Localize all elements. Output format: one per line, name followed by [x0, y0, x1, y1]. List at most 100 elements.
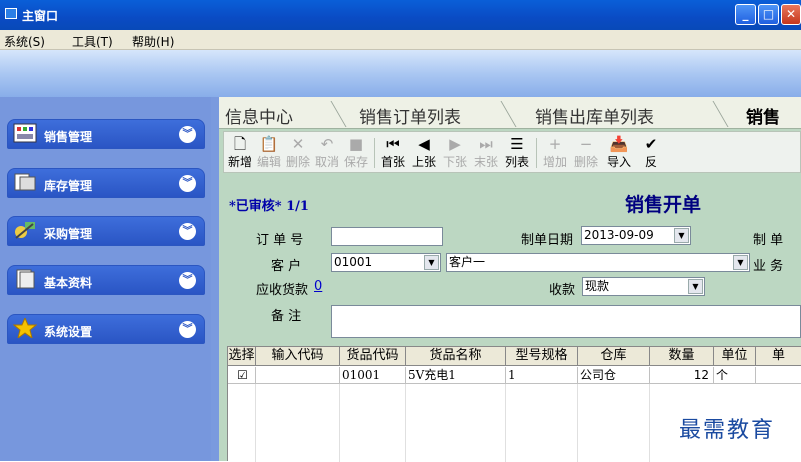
save-icon: ■	[348, 135, 364, 153]
chevron-down-icon[interactable]: ︾	[179, 272, 196, 289]
maker-label: 制 单	[753, 233, 784, 248]
folder-icon	[14, 173, 36, 191]
chevron-down-icon[interactable]: ▼	[688, 279, 703, 294]
toolbar: 🗋 新增 📋 编辑 ✕ 删除 ↶ 取消 ■ 保存 ⏮ 首张 ◀ 上张 ▶ 下张 ⏭ 末张 ☰ 列表 …	[223, 131, 801, 173]
sidebar-item-label: 系统设置	[44, 325, 93, 339]
customer-name-select[interactable]: 客户一 ▼	[446, 253, 750, 272]
grid-header-qty[interactable]: 数量	[650, 347, 714, 366]
edit-button[interactable]: 📋 编辑	[256, 135, 282, 170]
prev-button[interactable]: ◀ 上张	[410, 135, 438, 170]
new-button[interactable]: 🗋 新增	[227, 135, 253, 170]
remark-label: 备 注	[271, 309, 302, 324]
grid-icon	[13, 123, 37, 143]
plus-icon: +	[548, 135, 562, 153]
app-icon	[5, 8, 17, 19]
reverse-audit-button[interactable]: ✔ 反	[637, 135, 665, 170]
chevron-down-icon[interactable]: ︾	[179, 126, 196, 143]
order-no-label: 订 单 号	[256, 233, 304, 248]
row-select-checkbox[interactable]: ☑	[228, 367, 256, 384]
tab-sales[interactable]: 销售	[746, 103, 780, 128]
grid-header-input-code[interactable]: 输入代码	[256, 347, 340, 366]
grid-column-line	[506, 384, 578, 462]
last-button[interactable]: ⏭ 末张	[472, 135, 500, 170]
grid-column-line	[228, 384, 256, 462]
tools-icon	[15, 222, 35, 239]
date-label: 制单日期	[521, 233, 574, 248]
add-row-button[interactable]: + 增加	[541, 135, 569, 170]
list-icon: ☰	[510, 135, 524, 153]
menu-tools[interactable]: 工具(T)	[72, 33, 113, 50]
sidebar-item-basic-data[interactable]: 基本资料 ︾	[7, 265, 205, 295]
sidebar-item-label: 采购管理	[44, 227, 93, 241]
chevron-down-icon[interactable]: ▼	[733, 255, 748, 270]
form-title: 销售开单	[625, 194, 702, 216]
new-doc-icon: 🗋	[233, 135, 247, 153]
chevron-down-icon[interactable]: ︾	[179, 321, 196, 338]
minimize-button[interactable]: _	[735, 4, 756, 25]
cell-input-code[interactable]	[256, 367, 340, 384]
customer-code-select[interactable]: 01001 ▼	[331, 253, 441, 272]
sidebar-item-inventory[interactable]: 库存管理 ︾	[7, 168, 205, 198]
grid-header-price[interactable]: 单	[756, 347, 801, 366]
prev-icon: ◀	[418, 135, 430, 153]
delete-row-button[interactable]: − 删除	[572, 135, 600, 170]
maximize-button[interactable]: □	[758, 4, 779, 25]
edit-icon: 📋	[259, 135, 279, 153]
first-button[interactable]: ⏮ 首张	[379, 135, 407, 170]
save-button[interactable]: ■ 保存	[343, 135, 369, 170]
cell-spec[interactable]: 1	[506, 367, 578, 384]
chevron-down-icon[interactable]: ︾	[179, 223, 196, 240]
tab-sales-outbound-list[interactable]: 销售出库单列表	[535, 103, 654, 128]
title-bar: 主窗口 _ □ ✕	[0, 0, 801, 30]
cell-warehouse[interactable]: 公司仓	[578, 367, 650, 384]
list-button[interactable]: ☰ 列表	[503, 135, 531, 170]
toolbar-divider	[374, 138, 375, 168]
tab-bar: 信息中心 销售订单列表 销售出库单列表 销售	[219, 97, 801, 129]
grid-header-product-name[interactable]: 货品名称	[406, 347, 506, 366]
menu-help[interactable]: 帮助(H)	[132, 33, 174, 50]
tab-divider	[313, 101, 347, 127]
import-button[interactable]: 📥 导入	[605, 135, 633, 170]
chevron-down-icon[interactable]: ▼	[424, 255, 439, 270]
cell-product-name[interactable]: 5V充电1	[406, 367, 506, 384]
cell-qty[interactable]: 12	[650, 367, 714, 384]
window-title: 主窗口	[22, 9, 59, 23]
cell-product-code[interactable]: 01001	[340, 367, 406, 384]
grid-header-warehouse[interactable]: 仓库	[578, 347, 650, 366]
grid-header-unit[interactable]: 单位	[714, 347, 756, 366]
date-picker[interactable]: 2013-09-09 ▼	[581, 226, 691, 245]
close-button[interactable]: ✕	[781, 4, 801, 25]
check-icon: ✔	[644, 135, 658, 153]
chevron-down-icon[interactable]: ︾	[179, 175, 196, 192]
tab-divider	[483, 101, 517, 127]
audit-status: *已审核* 1/1	[229, 199, 309, 214]
grid-column-line	[256, 384, 340, 462]
watermark: 最需教育	[679, 418, 776, 443]
tab-info-center[interactable]: 信息中心	[225, 103, 293, 128]
toolbar-divider	[536, 138, 537, 168]
receivable-link[interactable]: 0	[314, 279, 322, 294]
star-icon	[13, 318, 37, 338]
grid-column-line	[578, 384, 650, 462]
splitter[interactable]	[211, 97, 219, 461]
remark-input[interactable]	[331, 305, 801, 338]
cell-price[interactable]	[756, 367, 801, 384]
chevron-down-icon[interactable]: ▼	[674, 228, 689, 243]
sidebar-item-settings[interactable]: 系统设置 ︾	[7, 314, 205, 344]
sidebar-item-label: 销售管理	[44, 130, 93, 144]
last-icon: ⏭	[479, 135, 493, 153]
sidebar-item-sales[interactable]: 销售管理 ︾	[7, 119, 205, 149]
grid-header-select[interactable]: 选择	[228, 347, 256, 366]
sidebar-item-label: 基本资料	[44, 276, 93, 290]
tab-sales-order-list[interactable]: 销售订单列表	[359, 103, 461, 128]
delete-button[interactable]: ✕ 删除	[285, 135, 311, 170]
grid-header-product-code[interactable]: 货品代码	[340, 347, 406, 366]
cancel-button[interactable]: ↶ 取消	[314, 135, 340, 170]
payment-select[interactable]: 现款 ▼	[582, 277, 705, 296]
menu-system[interactable]: 系统(S)	[4, 33, 45, 50]
cell-unit[interactable]: 个	[714, 367, 756, 384]
next-button[interactable]: ▶ 下张	[441, 135, 469, 170]
order-no-input[interactable]	[331, 227, 443, 246]
grid-header-spec[interactable]: 型号规格	[506, 347, 578, 366]
sidebar-item-purchase[interactable]: 采购管理 ︾	[7, 216, 205, 246]
